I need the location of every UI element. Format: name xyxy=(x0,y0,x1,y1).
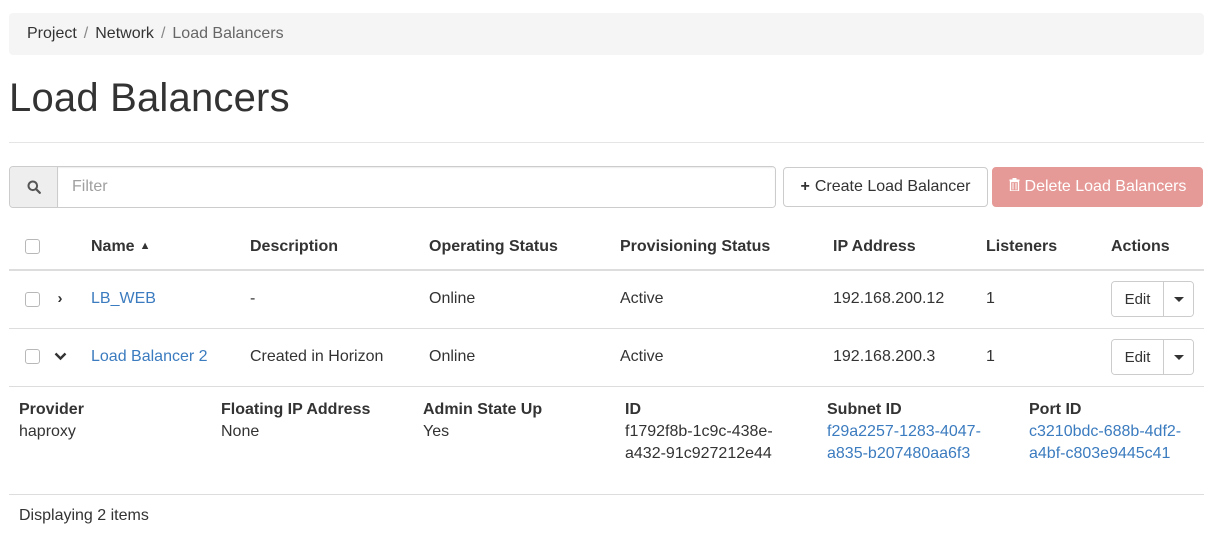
row-checkbox[interactable] xyxy=(25,349,40,365)
subnet-id-link[interactable]: f29a2257-1283-4047- xyxy=(827,421,981,443)
load-balancer-detail-panel: Provider haproxy Floating IP Address Non… xyxy=(9,387,1204,495)
subnet-id-link[interactable]: a835-b207480aa6f3 xyxy=(827,443,981,465)
actions-column-header: Actions xyxy=(1111,225,1204,271)
edit-button[interactable]: Edit xyxy=(1112,282,1164,317)
row-select-cell xyxy=(9,270,51,329)
edit-button[interactable]: Edit xyxy=(1112,340,1164,374)
detail-value: a432-91c927212e44 xyxy=(625,445,772,462)
title-divider xyxy=(9,142,1204,143)
detail-label: Provider xyxy=(19,401,84,418)
actions-dropdown-toggle[interactable] xyxy=(1164,340,1193,374)
caret-down-icon xyxy=(1173,296,1184,302)
row-checkbox[interactable] xyxy=(25,291,40,307)
load-balancer-link[interactable]: Load Balancer 2 xyxy=(91,348,208,365)
row-listeners: 1 xyxy=(986,270,1111,329)
page-title: Load Balancers xyxy=(9,76,290,120)
detail-port-id: Port ID c3210bdc-688b-4df2- a4bf-c803e94… xyxy=(1029,399,1181,465)
breadcrumb-network[interactable]: Network xyxy=(95,25,154,43)
detail-subnet-id: Subnet ID f29a2257-1283-4047- a835-b2074… xyxy=(827,399,981,465)
table-row: › LB_WEB - Online Active 192.168.200.12 … xyxy=(9,270,1204,329)
detail-value: haproxy xyxy=(19,423,76,440)
detail-value: None xyxy=(221,423,260,440)
name-column-header[interactable]: Name ▲ xyxy=(91,225,250,271)
detail-admin-state: Admin State Up Yes xyxy=(423,399,542,443)
detail-provider: Provider haproxy xyxy=(19,399,84,443)
filter-input[interactable] xyxy=(58,167,775,207)
row-listeners: 1 xyxy=(986,328,1111,387)
row-action-group: Edit xyxy=(1111,281,1194,318)
port-id-link[interactable]: a4bf-c803e9445c41 xyxy=(1029,443,1181,465)
trash-icon xyxy=(1009,178,1020,196)
port-id-link[interactable]: c3210bdc-688b-4df2- xyxy=(1029,421,1181,443)
expand-column-header xyxy=(51,225,91,271)
detail-id: ID f1792f8b-1c9c-438e- a432-91c927212e44 xyxy=(625,399,773,465)
detail-label: Floating IP Address xyxy=(221,401,371,418)
row-description: - xyxy=(250,270,429,329)
row-toggle-cell: › xyxy=(51,270,91,329)
breadcrumb-project[interactable]: Project xyxy=(27,25,77,43)
row-operating-status: Online xyxy=(429,328,620,387)
row-actions-cell: Edit xyxy=(1111,270,1204,329)
plus-icon: + xyxy=(800,178,810,195)
delete-load-balancers-label: Delete Load Balancers xyxy=(1024,178,1187,195)
ip-address-column-header: IP Address xyxy=(833,225,986,271)
table-header-row: Name ▲ Description Operating Status Provi… xyxy=(9,225,1204,271)
delete-load-balancers-button[interactable]: Delete Load Balancers xyxy=(992,167,1203,207)
actions-dropdown-toggle[interactable] xyxy=(1164,282,1193,317)
breadcrumb-separator: / xyxy=(83,25,89,42)
row-select-cell xyxy=(9,328,51,387)
row-ip-address: 192.168.200.12 xyxy=(833,270,986,329)
row-ip-address: 192.168.200.3 xyxy=(833,328,986,387)
detail-label: Admin State Up xyxy=(423,401,543,418)
create-load-balancer-label: Create Load Balancer xyxy=(814,178,971,195)
listeners-column-header: Listeners xyxy=(986,225,1111,271)
load-balancer-link[interactable]: LB_WEB xyxy=(91,290,156,307)
table-row: Load Balancer 2 Created in Horizon Onlin… xyxy=(9,328,1204,387)
chevron-down-icon[interactable] xyxy=(51,348,69,365)
search-icon[interactable] xyxy=(10,167,58,207)
filter-group xyxy=(9,166,776,208)
provisioning-status-column-header: Provisioning Status xyxy=(620,225,833,271)
description-column-header: Description xyxy=(250,225,429,271)
name-header-label: Name xyxy=(91,238,135,255)
breadcrumb-separator: / xyxy=(160,25,166,42)
detail-value: Yes xyxy=(423,423,450,440)
row-name-cell: Load Balancer 2 xyxy=(91,328,250,387)
operating-status-column-header: Operating Status xyxy=(429,225,620,271)
detail-label: Subnet ID xyxy=(827,401,902,418)
sort-ascending-icon: ▲ xyxy=(139,240,151,252)
breadcrumb: Project / Network / Load Balancers xyxy=(9,13,1204,55)
row-operating-status: Online xyxy=(429,270,620,329)
row-provisioning-status: Active xyxy=(620,270,833,329)
row-description: Created in Horizon xyxy=(250,328,429,387)
detail-label: ID xyxy=(625,401,641,418)
row-name-cell: LB_WEB xyxy=(91,270,250,329)
chevron-right-icon[interactable]: › xyxy=(51,290,69,307)
detail-value: f1792f8b-1c9c-438e- xyxy=(625,423,773,440)
select-all-checkbox[interactable] xyxy=(25,239,40,255)
caret-down-icon xyxy=(1173,354,1184,360)
row-action-group: Edit xyxy=(1111,339,1194,375)
breadcrumb-load-balancers: Load Balancers xyxy=(172,25,284,42)
row-actions-cell: Edit xyxy=(1111,328,1204,387)
row-provisioning-status: Active xyxy=(620,328,833,387)
detail-label: Port ID xyxy=(1029,401,1082,418)
item-count: Displaying 2 items xyxy=(19,507,149,524)
create-load-balancer-button[interactable]: + Create Load Balancer xyxy=(783,167,988,207)
load-balancers-table: Name ▲ Description Operating Status Provi… xyxy=(9,225,1204,387)
detail-floating-ip: Floating IP Address None xyxy=(221,399,370,443)
row-toggle-cell xyxy=(51,328,91,387)
select-all-cell xyxy=(9,225,51,271)
